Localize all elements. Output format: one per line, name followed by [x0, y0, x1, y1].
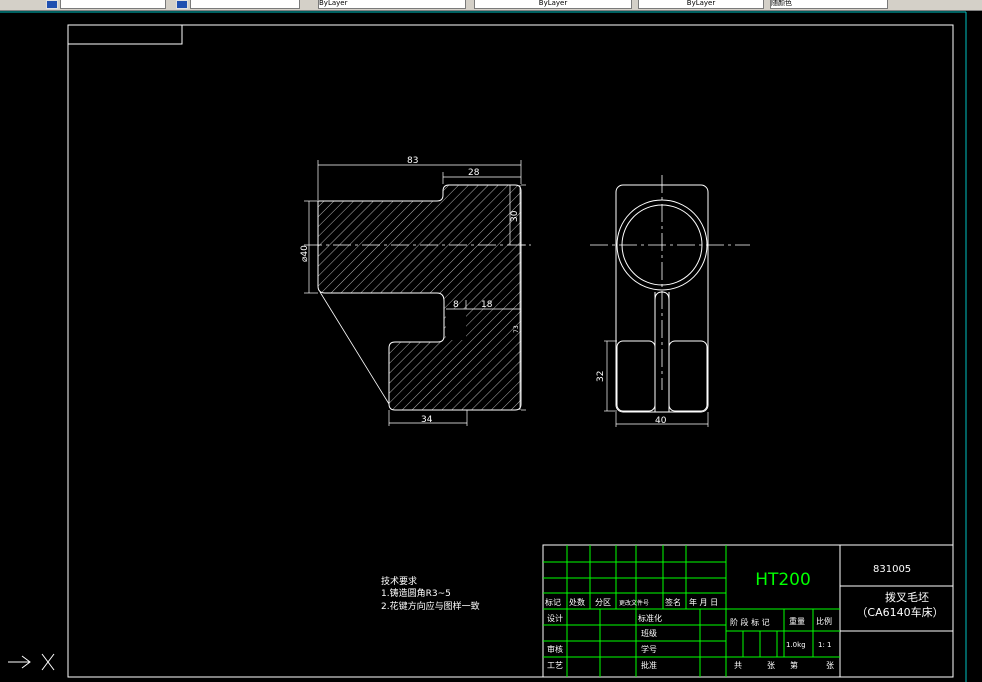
hdr-change-doc: 更改文件号	[619, 599, 649, 607]
title-block: HT200 831005 拨叉毛坯 （CA6140车床） 标记 处数 分区 更改…	[542, 544, 954, 678]
hdr-mark: 标记	[545, 597, 561, 607]
row-student-id: 学号	[641, 644, 657, 654]
ucs-icon	[8, 653, 55, 671]
dim-text-32: 32	[596, 371, 606, 382]
dim-text-34: 34	[421, 415, 433, 425]
weight-label: 重量	[789, 616, 805, 626]
pad-right	[668, 340, 708, 412]
drawing-code-box	[67, 24, 183, 45]
dim-text-8: 8	[453, 300, 459, 310]
sheets-unit-1: 张	[767, 661, 775, 670]
side-view	[590, 175, 750, 427]
tech-req-line1: 1.铸造圆角R3~5	[381, 587, 451, 599]
hdr-zone: 分区	[595, 598, 611, 607]
row-approve: 批准	[641, 660, 657, 670]
hdr-count: 处数	[569, 597, 585, 607]
scale-value: 1: 1	[818, 641, 832, 649]
row-process: 工艺	[547, 661, 563, 670]
stage-mark-label: 阶 段 标 记	[730, 617, 770, 627]
weight-value: 1.0kg	[786, 641, 806, 649]
row-class: 班级	[641, 628, 657, 638]
part-name: 拨叉毛坯	[885, 590, 929, 604]
sheets-total: 共	[734, 661, 742, 670]
front-view-outline	[317, 184, 522, 411]
dim-text-28: 28	[468, 168, 480, 178]
hdr-signature: 签名	[665, 597, 681, 607]
dim-text-40: 40	[655, 416, 667, 426]
dim-text-73: 73	[513, 325, 520, 333]
front-construction-line	[319, 291, 390, 405]
scale-label: 比例	[816, 616, 832, 626]
front-view	[304, 160, 531, 426]
row-standardize: 标准化	[638, 613, 662, 623]
hdr-date: 年 月 日	[689, 597, 718, 607]
pad-left	[616, 340, 656, 412]
machine-name: （CA6140车床）	[856, 605, 943, 619]
sheets-unit-2: 张	[826, 661, 834, 670]
dim-text-18: 18	[481, 300, 493, 310]
sheets-current: 第	[790, 660, 798, 670]
material-text: HT200	[755, 570, 811, 590]
tech-req-title: 技术要求	[381, 575, 417, 587]
drawing-canvas[interactable]: 83 28 ⌀40 30 8 18 73 34 32 40 技术要求 1.铸造圆…	[0, 0, 982, 682]
drawing-number: 831005	[873, 564, 911, 575]
dim-text-83: 83	[407, 156, 418, 166]
dim-text-dia40: ⌀40	[300, 245, 310, 262]
dim-text-30: 30	[510, 210, 520, 222]
row-review: 审核	[547, 644, 563, 654]
tech-req-line2: 2.花键方向应与图样一致	[381, 600, 480, 612]
row-design: 设计	[547, 613, 563, 623]
